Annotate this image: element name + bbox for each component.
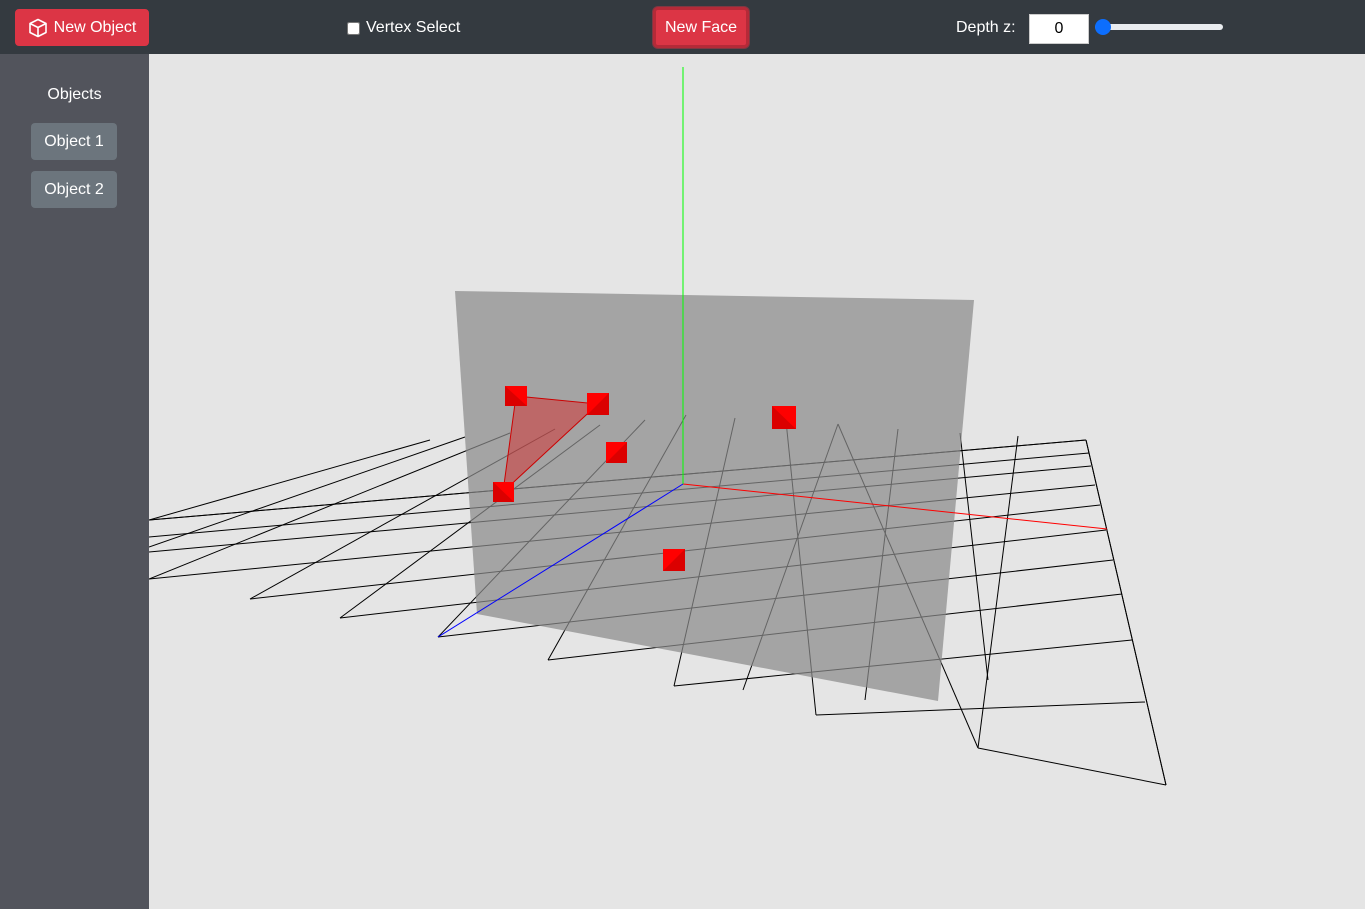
scene-canvas[interactable] bbox=[149, 54, 1365, 909]
vertex-select-checkbox[interactable] bbox=[347, 21, 360, 35]
top-toolbar: New Object Vertex Select New Face Depth … bbox=[0, 0, 1365, 54]
vertex-select-label: Vertex Select bbox=[366, 19, 461, 36]
depth-label: Depth z: bbox=[956, 19, 1016, 36]
new-face-button[interactable]: New Face bbox=[653, 7, 749, 48]
vertex-marker[interactable] bbox=[606, 442, 627, 463]
object-1-button[interactable]: Object 1 bbox=[31, 123, 117, 160]
depth-input[interactable] bbox=[1029, 14, 1089, 44]
cube-icon bbox=[28, 18, 48, 38]
vertex-select-toggle[interactable]: Vertex Select bbox=[347, 18, 460, 38]
vertex-marker[interactable] bbox=[587, 393, 609, 415]
depth-slider[interactable] bbox=[1095, 17, 1223, 37]
depth-plane bbox=[455, 291, 974, 701]
vertex-marker[interactable] bbox=[663, 549, 685, 571]
vertex-marker[interactable] bbox=[772, 406, 796, 429]
new-object-label: New Object bbox=[53, 18, 137, 36]
depth-slider-thumb[interactable] bbox=[1095, 19, 1111, 35]
object-2-button[interactable]: Object 2 bbox=[31, 171, 117, 208]
vertex-marker[interactable] bbox=[505, 386, 527, 406]
new-object-button[interactable]: New Object bbox=[15, 9, 149, 46]
3d-viewport[interactable] bbox=[149, 54, 1365, 909]
objects-title: Objects bbox=[47, 86, 102, 103]
objects-sidebar: Objects Object 1 Object 2 bbox=[0, 54, 149, 909]
depth-slider-track bbox=[1095, 24, 1223, 30]
vertex-marker[interactable] bbox=[493, 482, 514, 502]
